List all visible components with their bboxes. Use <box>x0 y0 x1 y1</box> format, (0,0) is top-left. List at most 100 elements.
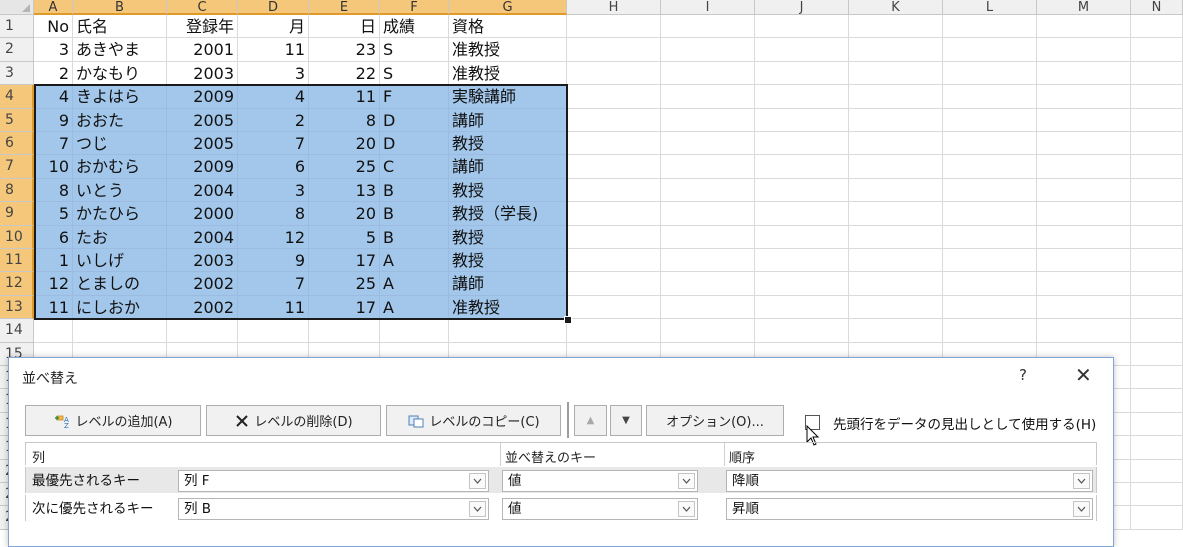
cell[interactable] <box>1131 15 1183 39</box>
cell[interactable] <box>309 319 380 343</box>
cell[interactable] <box>1131 506 1183 530</box>
cell[interactable] <box>943 319 1037 343</box>
cell-e9[interactable]: 20 <box>309 202 380 226</box>
cell-a7[interactable]: 10 <box>34 155 73 179</box>
cell-d11[interactable]: 9 <box>238 249 309 273</box>
sort-column-select[interactable]: 列 F <box>178 470 489 492</box>
cell-a5[interactable]: 9 <box>34 108 73 132</box>
cell-d3[interactable]: 3 <box>238 61 309 86</box>
add-level-button[interactable]: A Z レベルの追加(A) <box>25 405 201 436</box>
cell[interactable] <box>943 155 1037 179</box>
sort-order-select[interactable]: 昇順 <box>726 498 1093 520</box>
cell[interactable] <box>849 272 943 296</box>
cell-f7[interactable]: C <box>380 155 449 179</box>
cell[interactable] <box>1131 61 1183 86</box>
cell[interactable] <box>1037 202 1131 226</box>
cell[interactable] <box>567 15 661 39</box>
cell[interactable] <box>34 319 73 343</box>
cell[interactable] <box>755 249 849 273</box>
cell[interactable] <box>943 85 1037 109</box>
cell[interactable] <box>661 132 755 156</box>
cell[interactable] <box>755 61 849 86</box>
cell-f13[interactable]: A <box>380 295 449 320</box>
row-header-6[interactable]: 6 <box>0 132 34 156</box>
cell[interactable] <box>73 319 167 343</box>
cell[interactable] <box>1037 61 1131 86</box>
column-header-c[interactable]: C <box>167 0 238 15</box>
cell-g9[interactable]: 教授（学長) <box>449 202 567 226</box>
cell-e11[interactable]: 17 <box>309 249 380 273</box>
cell-f3[interactable]: S <box>380 61 449 86</box>
cell[interactable] <box>567 249 661 273</box>
cell[interactable] <box>943 295 1037 320</box>
cell-d7[interactable]: 6 <box>238 155 309 179</box>
cell-g2[interactable]: 准教授 <box>449 38 567 62</box>
chevron-down-icon[interactable] <box>678 501 695 517</box>
options-button[interactable]: オプション(O)... <box>646 405 784 436</box>
cell[interactable] <box>1037 295 1131 320</box>
cell-c7[interactable]: 2009 <box>167 155 238 179</box>
cell-g7[interactable]: 講師 <box>449 155 567 179</box>
cell[interactable] <box>567 85 661 109</box>
cell[interactable] <box>567 225 661 249</box>
chevron-down-icon[interactable] <box>678 473 695 489</box>
cell[interactable] <box>567 132 661 156</box>
cell-f4[interactable]: F <box>380 85 449 109</box>
cell[interactable] <box>1131 342 1183 366</box>
cell-e6[interactable]: 20 <box>309 132 380 156</box>
cell-g11[interactable]: 教授 <box>449 249 567 273</box>
cell[interactable] <box>755 38 849 62</box>
cell-b3[interactable]: かなもり <box>73 61 167 86</box>
cell-f5[interactable]: D <box>380 108 449 132</box>
cell[interactable] <box>1131 225 1183 249</box>
cell[interactable] <box>567 295 661 320</box>
cell[interactable] <box>755 295 849 320</box>
cell-b11[interactable]: いしげ <box>73 249 167 273</box>
cell-e5[interactable]: 8 <box>309 108 380 132</box>
cell[interactable] <box>1037 225 1131 249</box>
cell[interactable] <box>755 132 849 156</box>
cell-a9[interactable]: 5 <box>34 202 73 226</box>
row-header-8[interactable]: 8 <box>0 178 34 203</box>
cell[interactable] <box>1131 155 1183 179</box>
sort-on-select[interactable]: 値 <box>502 498 698 520</box>
cell[interactable] <box>1131 412 1183 437</box>
cell-e3[interactable]: 22 <box>309 61 380 86</box>
cell[interactable] <box>943 178 1037 203</box>
column-header-n[interactable]: N <box>1131 0 1183 15</box>
cell[interactable] <box>661 15 755 39</box>
chevron-down-icon[interactable] <box>469 473 486 489</box>
cell[interactable] <box>1131 202 1183 226</box>
cell[interactable] <box>943 38 1037 62</box>
cell-g8[interactable]: 教授 <box>449 178 567 203</box>
sort-order-select[interactable]: 降順 <box>726 470 1093 492</box>
cell-b9[interactable]: かたひら <box>73 202 167 226</box>
cell-b10[interactable]: たお <box>73 225 167 249</box>
cell[interactable] <box>943 272 1037 296</box>
cell[interactable] <box>1037 155 1131 179</box>
cell[interactable] <box>755 155 849 179</box>
cell-f10[interactable]: B <box>380 225 449 249</box>
cell-g5[interactable]: 講師 <box>449 108 567 132</box>
column-header-k[interactable]: K <box>849 0 943 15</box>
cell-d13[interactable]: 11 <box>238 295 309 320</box>
cell[interactable] <box>661 202 755 226</box>
cell-g13[interactable]: 准教授 <box>449 295 567 320</box>
cell-d12[interactable]: 7 <box>238 272 309 296</box>
chevron-down-icon[interactable] <box>1073 501 1090 517</box>
row-header-14[interactable]: 14 <box>0 319 34 343</box>
cell-b2[interactable]: あきやま <box>73 38 167 62</box>
cell-f11[interactable]: A <box>380 249 449 273</box>
cell-b6[interactable]: つじ <box>73 132 167 156</box>
cell[interactable] <box>849 15 943 39</box>
cell[interactable] <box>943 108 1037 132</box>
cell[interactable] <box>1037 15 1131 39</box>
cell-f2[interactable]: S <box>380 38 449 62</box>
cell-d8[interactable]: 3 <box>238 178 309 203</box>
cell-d6[interactable]: 7 <box>238 132 309 156</box>
cell[interactable] <box>1131 436 1183 460</box>
cell-e10[interactable]: 5 <box>309 225 380 249</box>
cell-d9[interactable]: 8 <box>238 202 309 226</box>
cell[interactable] <box>755 178 849 203</box>
cell[interactable] <box>849 132 943 156</box>
